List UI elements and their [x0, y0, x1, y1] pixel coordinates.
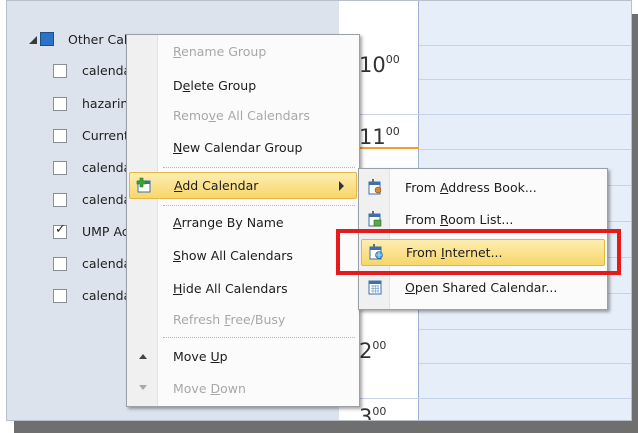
menu-item-refresh-free-busy[interactable]: Refresh Free/Busy — [129, 307, 357, 334]
menu-item-rename-group[interactable]: Rename Group — [129, 39, 357, 66]
menu-separator — [163, 167, 355, 168]
group-context-menu: Rename Group Delete Group Remove All Cal… — [126, 34, 360, 407]
shared-calendar-icon — [368, 280, 382, 295]
menu-separator — [163, 337, 355, 338]
time-slot-line — [419, 149, 631, 150]
hour-label: 300 — [359, 405, 387, 421]
calendar-checkbox[interactable] — [53, 97, 67, 111]
calendar-checkbox[interactable] — [53, 64, 67, 78]
arrow-up-icon — [139, 354, 147, 359]
calendar-checkbox[interactable] — [53, 193, 67, 207]
menu-item-hide-all-calendars[interactable]: Hide All Calendars — [129, 276, 357, 303]
current-time-line — [359, 147, 419, 149]
hour-label: 1000 — [359, 53, 400, 77]
time-slot-line — [419, 79, 631, 80]
calendar-label: Current — [82, 128, 129, 143]
time-slot-line — [419, 114, 631, 115]
menu-item-remove-all-calendars[interactable]: Remove All Calendars — [129, 103, 357, 130]
menu-item-move-down[interactable]: Move Down — [129, 376, 357, 403]
menu-item-new-calendar-group[interactable]: New Calendar Group — [129, 135, 357, 162]
time-slot-line — [419, 363, 631, 364]
calendar-checkbox[interactable] — [53, 289, 67, 303]
time-slot-line — [419, 329, 631, 330]
hour-divider — [359, 114, 419, 115]
calendar-checkbox[interactable] — [53, 257, 67, 271]
time-slot-line — [419, 398, 631, 399]
add-calendar-icon — [136, 177, 151, 193]
submenu-arrow-icon — [339, 181, 344, 191]
menu-item-move-up[interactable]: Move Up — [129, 344, 357, 371]
expand-triangle-icon[interactable] — [29, 36, 37, 44]
group-checkbox[interactable] — [40, 32, 54, 46]
time-slot-line — [419, 45, 631, 46]
calendar-checkbox[interactable] — [53, 129, 67, 143]
check-icon: ✓ — [55, 222, 66, 237]
arrow-down-icon — [139, 385, 147, 390]
menu-item-show-all-calendars[interactable]: Show All Calendars — [129, 243, 357, 270]
hour-divider — [359, 398, 419, 399]
menu-item-delete-group[interactable]: Delete Group — [129, 73, 357, 100]
hour-label: 1100 — [359, 125, 400, 149]
room-list-icon — [368, 211, 382, 227]
menu-item-open-shared-calendar[interactable]: Open Shared Calendar... — [361, 275, 605, 302]
menu-item-add-calendar[interactable]: Add Calendar — [129, 172, 357, 199]
menu-item-arrange-by-name[interactable]: Arrange By Name — [129, 210, 357, 237]
menu-item-from-address-book[interactable]: From Address Book... — [361, 175, 605, 202]
hour-label: 200 — [359, 339, 387, 363]
calendar-checkbox[interactable] — [53, 161, 67, 175]
highlight-annotation-box — [336, 229, 621, 275]
calendar-checkbox[interactable]: ✓ — [53, 222, 67, 239]
address-book-icon — [368, 179, 382, 195]
menu-separator — [163, 205, 355, 206]
